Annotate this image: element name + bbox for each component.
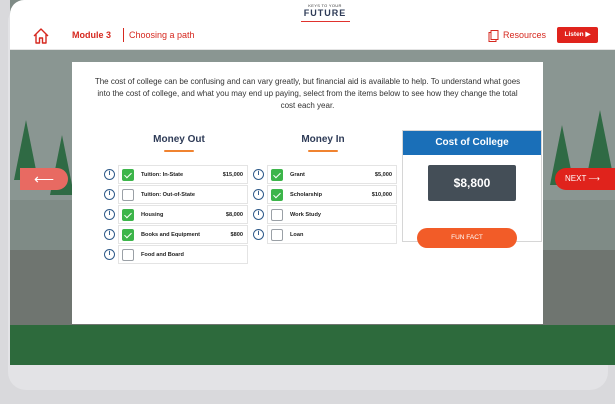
cost-of-college-title: Cost of College: [403, 131, 541, 155]
checkbox[interactable]: [271, 169, 283, 181]
checkbox[interactable]: [122, 189, 134, 201]
checkbox[interactable]: [122, 169, 134, 181]
item-label: Scholarship: [290, 192, 323, 198]
info-icon[interactable]: i: [104, 249, 115, 260]
item-label: Food and Board: [141, 252, 184, 258]
money-out-item[interactable]: Tuition: Out-of-State: [118, 185, 248, 204]
home-icon[interactable]: [32, 27, 50, 45]
item-label: Tuition: In-State: [141, 172, 184, 178]
checkbox[interactable]: [271, 229, 283, 241]
item-label: Tuition: Out-of-State: [141, 192, 195, 198]
money-out-item[interactable]: Tuition: In-State $15,000: [118, 165, 248, 184]
info-icon[interactable]: i: [104, 209, 115, 220]
item-amount: $8,000: [225, 212, 243, 218]
item-amount: $10,000: [371, 192, 392, 198]
money-out-row: i Tuition: Out-of-State: [104, 185, 250, 204]
info-icon[interactable]: i: [253, 169, 264, 180]
money-out-item[interactable]: Housing $8,000: [118, 205, 248, 224]
module-label: Module 3: [72, 30, 112, 40]
money-out-row: i Tuition: In-State $15,000: [104, 165, 250, 184]
section-title: Choosing a path: [129, 30, 195, 40]
resources-icon[interactable]: [488, 30, 499, 42]
header-divider: [123, 28, 124, 42]
money-in-underline: [308, 150, 338, 152]
money-out-item[interactable]: Books and Equipment $800: [118, 225, 248, 244]
item-label: Books and Equipment: [141, 232, 201, 238]
brand-logo: KEYS TO YOUR FUTURECOLLEGE CAREERS: [290, 3, 360, 27]
checkbox[interactable]: [271, 209, 283, 221]
info-icon[interactable]: i: [253, 209, 264, 220]
money-out-item[interactable]: Food and Board: [118, 245, 248, 264]
item-label: Work Study: [290, 212, 321, 218]
item-label: Loan: [290, 232, 304, 238]
money-out-underline: [164, 150, 194, 152]
item-amount: $800: [230, 232, 243, 238]
money-in-item[interactable]: Work Study: [267, 205, 397, 224]
money-out-row: i Books and Equipment $800: [104, 225, 250, 244]
fun-fact-button[interactable]: FUN FACT: [417, 228, 517, 248]
scene-grass: [10, 325, 615, 365]
intro-text: The cost of college can be confusing and…: [94, 77, 521, 110]
money-in-row: i Grant $5,000: [253, 165, 399, 184]
checkbox[interactable]: [122, 209, 134, 221]
item-amount: $15,000: [222, 172, 243, 178]
checkbox[interactable]: [122, 249, 134, 261]
content-panel: The cost of college can be confusing and…: [72, 62, 543, 324]
top-nav: Module 3 Choosing a path Resources Liste…: [10, 22, 615, 50]
money-out-row: i Food and Board: [104, 245, 250, 264]
money-in-item[interactable]: Grant $5,000: [267, 165, 397, 184]
next-button[interactable]: NEXT ⟶: [555, 168, 615, 190]
resources-link[interactable]: Resources: [503, 30, 546, 40]
page-frame: KEYS TO YOUR FUTURECOLLEGE CAREERS Modul…: [0, 0, 615, 404]
item-label: Housing: [141, 212, 164, 218]
checkbox[interactable]: [271, 189, 283, 201]
money-out-heading: Money Out: [153, 134, 205, 145]
item-label: Grant: [290, 172, 305, 178]
money-in-row: i Scholarship $10,000: [253, 185, 399, 204]
brand-bar: KEYS TO YOUR FUTURECOLLEGE CAREERS: [10, 0, 615, 27]
tree-graphic: [588, 110, 612, 170]
cost-of-college-value: $8,800: [428, 165, 516, 201]
listen-button[interactable]: Listen ▶: [557, 27, 598, 43]
info-icon[interactable]: i: [104, 229, 115, 240]
money-out-row: i Housing $8,000: [104, 205, 250, 224]
info-icon[interactable]: i: [104, 169, 115, 180]
money-in-item[interactable]: Scholarship $10,000: [267, 185, 397, 204]
prev-button[interactable]: ⟵: [20, 168, 68, 190]
money-in-row: i Work Study: [253, 205, 399, 224]
app-screen: KEYS TO YOUR FUTURECOLLEGE CAREERS Modul…: [10, 0, 615, 365]
info-icon[interactable]: i: [104, 189, 115, 200]
money-in-row: i Loan: [253, 225, 399, 244]
checkbox[interactable]: [122, 229, 134, 241]
money-in-heading: Money In: [301, 134, 345, 145]
cost-of-college-card: Cost of College $8,800: [402, 130, 542, 242]
info-icon[interactable]: i: [253, 189, 264, 200]
info-icon[interactable]: i: [253, 229, 264, 240]
item-amount: $5,000: [374, 172, 392, 178]
money-in-item[interactable]: Loan: [267, 225, 397, 244]
